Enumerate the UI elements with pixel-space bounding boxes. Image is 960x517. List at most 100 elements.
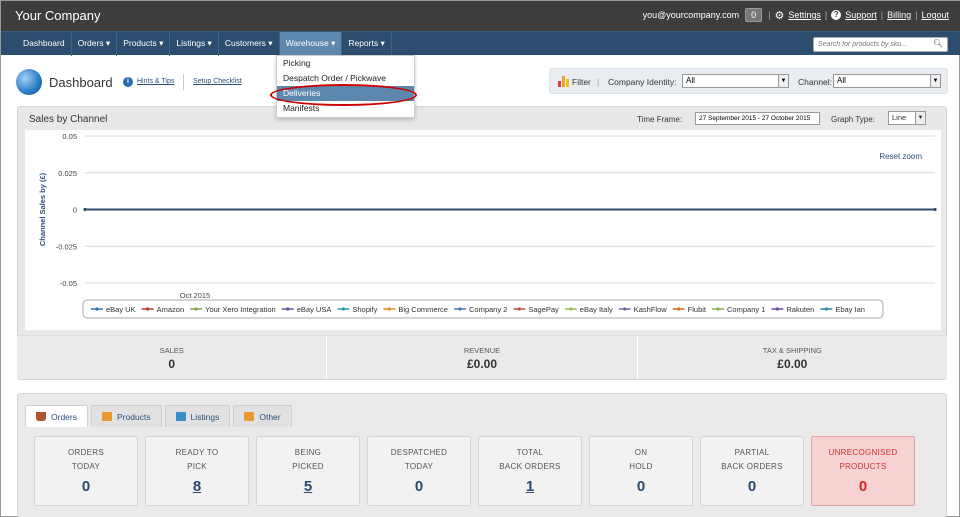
product-search-input[interactable] [813,37,948,52]
stat-label: PICKED [292,462,324,471]
time-frame-input[interactable]: 27 September 2015 - 27 October 2015 [695,112,820,125]
stat-card[interactable]: TOTAL BACK ORDERS 1 [478,436,582,506]
stat-label: UNRECOGNISED [828,448,898,457]
nav-listings[interactable]: Listings ▾ [170,32,219,56]
tab-orders[interactable]: Orders [25,405,88,427]
company-identity-value: All [686,76,695,85]
stat-value: 0 [636,478,646,495]
legend-entry: eBay Italy [580,305,613,314]
highlight-circle [270,84,417,106]
revenue-label: REVENUE [463,346,501,355]
chart-svg: 0.05 0.025 0 -0.025 -0.05 Channel Sales by (£… [38,132,937,319]
chevron-down-icon: ▼ [930,75,940,87]
legend-entry: eBay USA [297,305,332,314]
nav-orders[interactable]: Orders ▾ [72,32,118,56]
top-bar: Your Company you@yourcompany.com 0 | ⚙ S… [1,1,960,31]
graph-type-label: Graph Type: [831,115,875,124]
stat-value: 0 [414,478,424,495]
stat-card: UNRECOGNISED PRODUCTS 0 [811,436,915,506]
nav-products[interactable]: Products ▾ [117,32,171,56]
nav-customers[interactable]: Customers ▾ [219,32,280,56]
graph-type-value: Line [892,113,907,122]
stats-tabs: Orders Products Listings Other [25,405,295,427]
y-tick-label: -0.025 [56,242,77,251]
setup-checklist-link[interactable]: Setup Checklist [193,78,242,85]
chart-bar-icon [101,412,112,421]
revenue-value: £0.00 [466,357,497,371]
stat-card: ON HOLD 0 [589,436,693,506]
stat-label: PARTIAL [734,448,770,457]
graph-type-select[interactable]: Line ▼ [888,111,926,125]
stat-value: 0 [747,478,757,495]
stat-value[interactable]: 8 [146,478,248,495]
y-tick-label: 0.025 [58,169,77,178]
legend-marker [623,307,627,311]
x-tick-label: Oct 2015 [180,291,210,300]
company-identity-select[interactable]: All ▼ [682,74,789,88]
summary-bar: SALES 0 REVENUE £0.00 TAX & SHIPPING £0.… [17,335,947,379]
time-frame-label: Time Frame: [637,115,683,124]
logout-link[interactable]: Logout [921,10,949,20]
stat-label: TODAY [404,462,434,471]
globe-icon [16,69,42,95]
channel-select[interactable]: All ▼ [833,74,941,88]
legend-entry: KashFlow [634,305,668,314]
sales-value: 0 [168,357,175,371]
reset-zoom-button[interactable]: Reset zoom [879,152,922,161]
divider [183,74,184,90]
y-tick-label: -0.05 [60,279,77,288]
search-icon[interactable]: 🔍︎ [933,39,943,48]
legend-marker [677,307,681,311]
bar-chart-icon [244,412,255,421]
legend-entry: Your Xero Integration [205,305,276,314]
company-identity-label: Company Identity: [608,77,677,87]
sales-summary: SALES 0 [17,336,328,379]
stat-label: TOTAL [516,448,544,457]
sales-label: SALES [159,346,184,355]
divider: | [915,10,918,20]
tab-other[interactable]: Other [233,405,292,427]
billing-link[interactable]: Billing [887,10,911,20]
stat-value[interactable]: 1 [479,478,581,495]
divider: | [880,10,884,20]
chevron-down-icon: ▼ [778,75,788,87]
stat-value[interactable]: 5 [257,478,359,495]
stat-card: ORDERS TODAY 0 [34,436,138,506]
nav-reports[interactable]: Reports ▾ [342,32,392,56]
stat-label: ORDERS [67,448,105,457]
filter-icon [558,76,569,87]
tab-listings[interactable]: Listings [164,405,231,427]
y-tick-label: 0 [73,206,77,215]
nav-warehouse[interactable]: Warehouse ▾ [279,32,343,56]
legend-marker [146,307,150,311]
stat-label: DESPATCHED [390,448,448,457]
gear-icon: ⚙ [774,9,785,22]
legend-marker [824,307,828,311]
channel-label: Channel: [798,77,833,87]
stats-panel: Orders Products Listings Other ORDERS TOD… [17,393,947,517]
settings-link[interactable]: Settings [788,10,821,20]
legend-entry: Flubit [688,305,707,314]
legend-entry: Big Commerce [398,305,448,314]
tab-products[interactable]: Products [90,405,162,427]
notification-badge[interactable]: 0 [745,8,763,22]
stat-card[interactable]: READY TO PICK 8 [145,436,249,506]
tax-summary: TAX & SHIPPING £0.00 [638,336,947,379]
hints-link[interactable]: Hints & Tips [137,78,174,85]
stat-label: PICK [187,462,207,471]
tab-label: Listings [190,411,220,422]
brand-name[interactable]: Your Company [15,8,101,23]
support-link[interactable]: Support [845,10,877,20]
help-icon: ? [831,10,842,20]
filter-label[interactable]: Filter [572,77,591,87]
menu-item-picking[interactable]: Picking [277,56,414,71]
nav-dashboard[interactable]: Dashboard [17,32,72,56]
tax-value: £0.00 [777,357,808,371]
legend-entry: Company 2 [469,305,507,314]
stat-card[interactable]: BEING PICKED 5 [256,436,360,506]
stat-label: ON [634,448,648,457]
chevron-down-icon: ▼ [915,112,925,124]
legend-entry: eBay UK [106,305,136,314]
tab-label: Products [116,411,151,422]
stat-value: 0 [81,478,91,495]
